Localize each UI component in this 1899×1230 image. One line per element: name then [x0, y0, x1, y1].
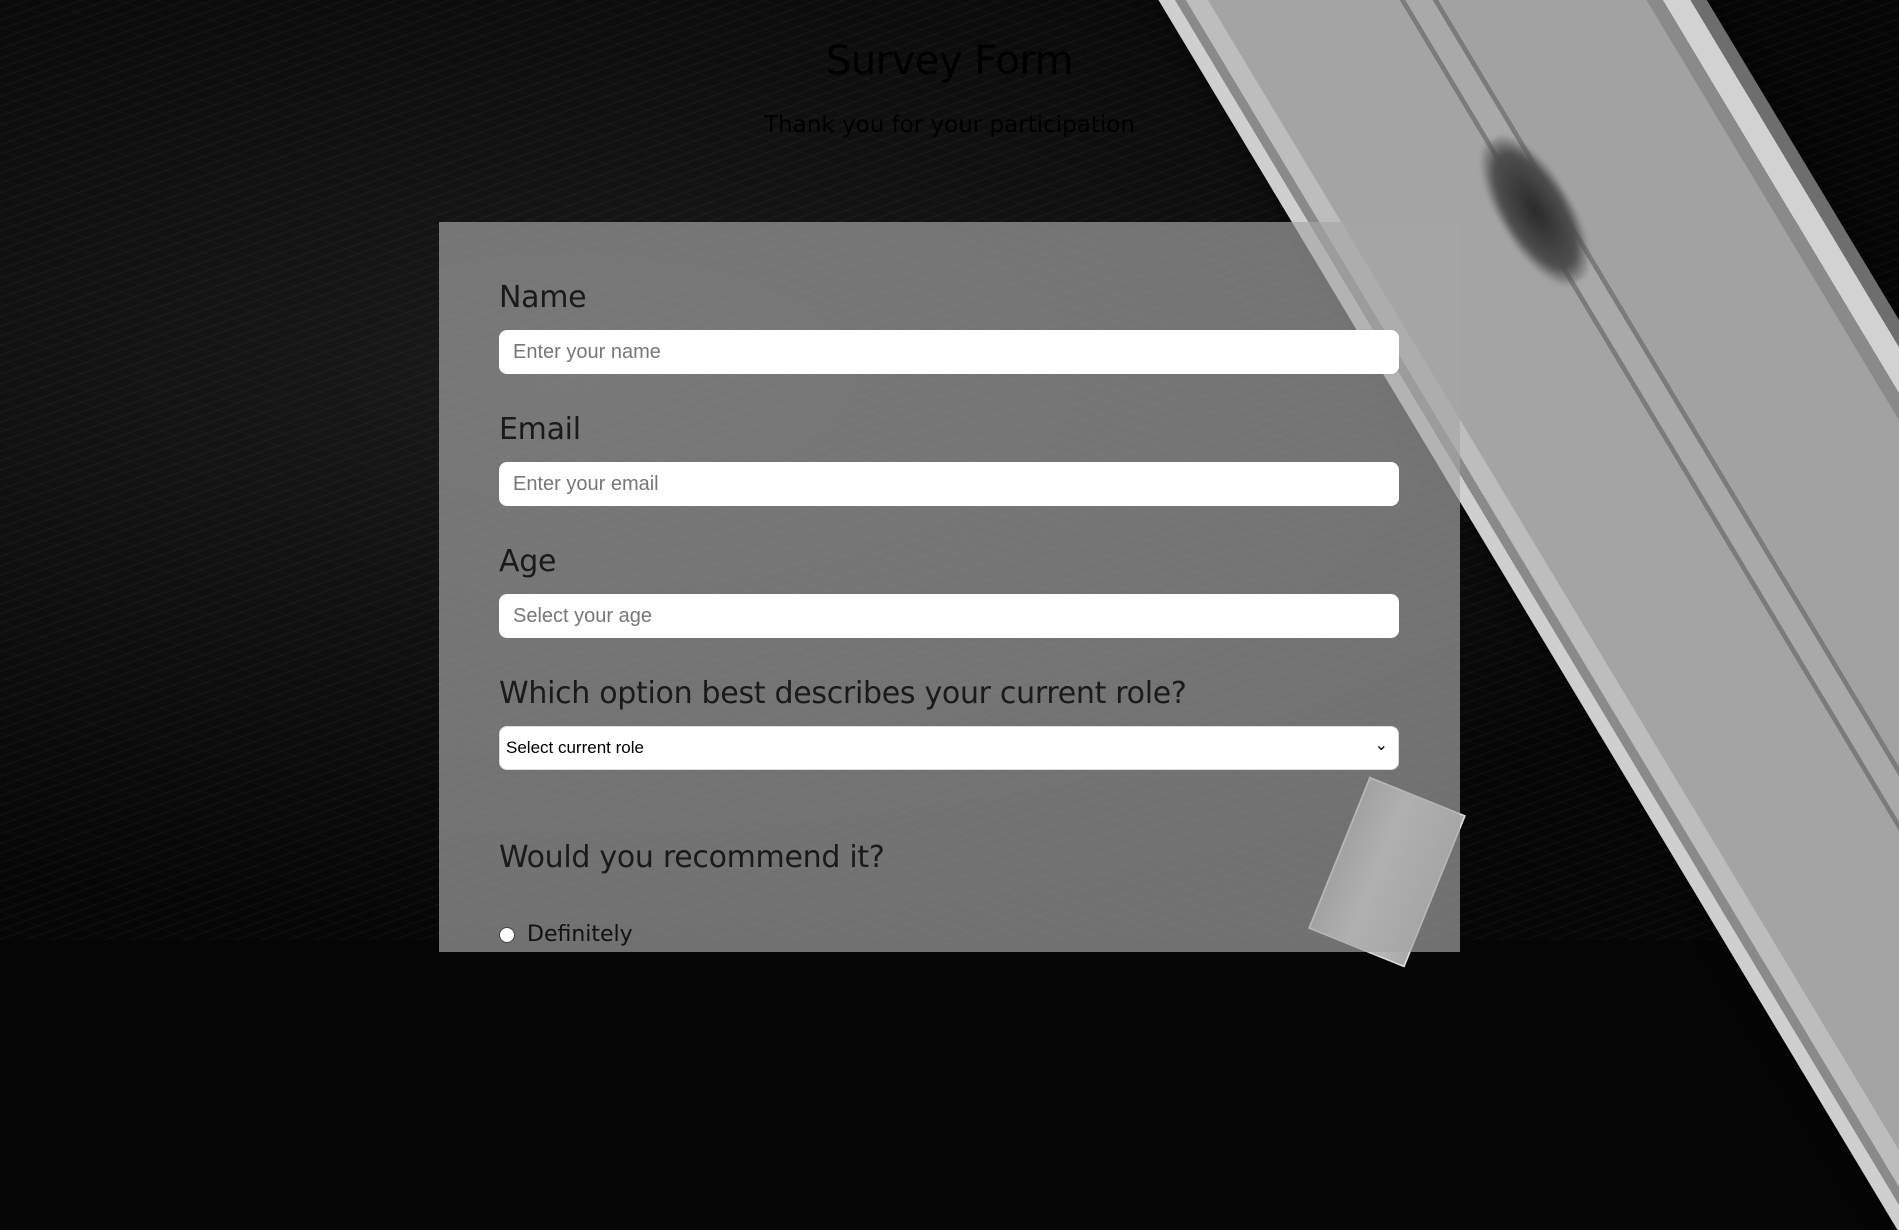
chevron-down-icon: ⌄ [1374, 737, 1388, 754]
radio-button[interactable] [499, 926, 515, 943]
role-label: Which option best describes your current… [499, 676, 1187, 711]
page-title: Survey Form [825, 38, 1074, 84]
name-label: Name [499, 280, 587, 315]
recommend-option-definitely[interactable]: Definitely [499, 922, 633, 947]
role-dropdown-value: Select current role [506, 738, 644, 757]
survey-form: Name Email Age Which option best describ… [439, 222, 1460, 952]
age-input[interactable] [499, 594, 1399, 638]
page-description: Thank you for your participation [764, 112, 1135, 138]
email-input[interactable] [499, 462, 1399, 506]
radio-label: Definitely [527, 922, 633, 947]
recommend-label: Would you recommend it? [499, 840, 885, 875]
name-input[interactable] [499, 330, 1399, 374]
role-dropdown[interactable]: Select current role ⌄ [499, 726, 1399, 770]
email-label: Email [499, 412, 581, 447]
age-label: Age [499, 544, 557, 579]
